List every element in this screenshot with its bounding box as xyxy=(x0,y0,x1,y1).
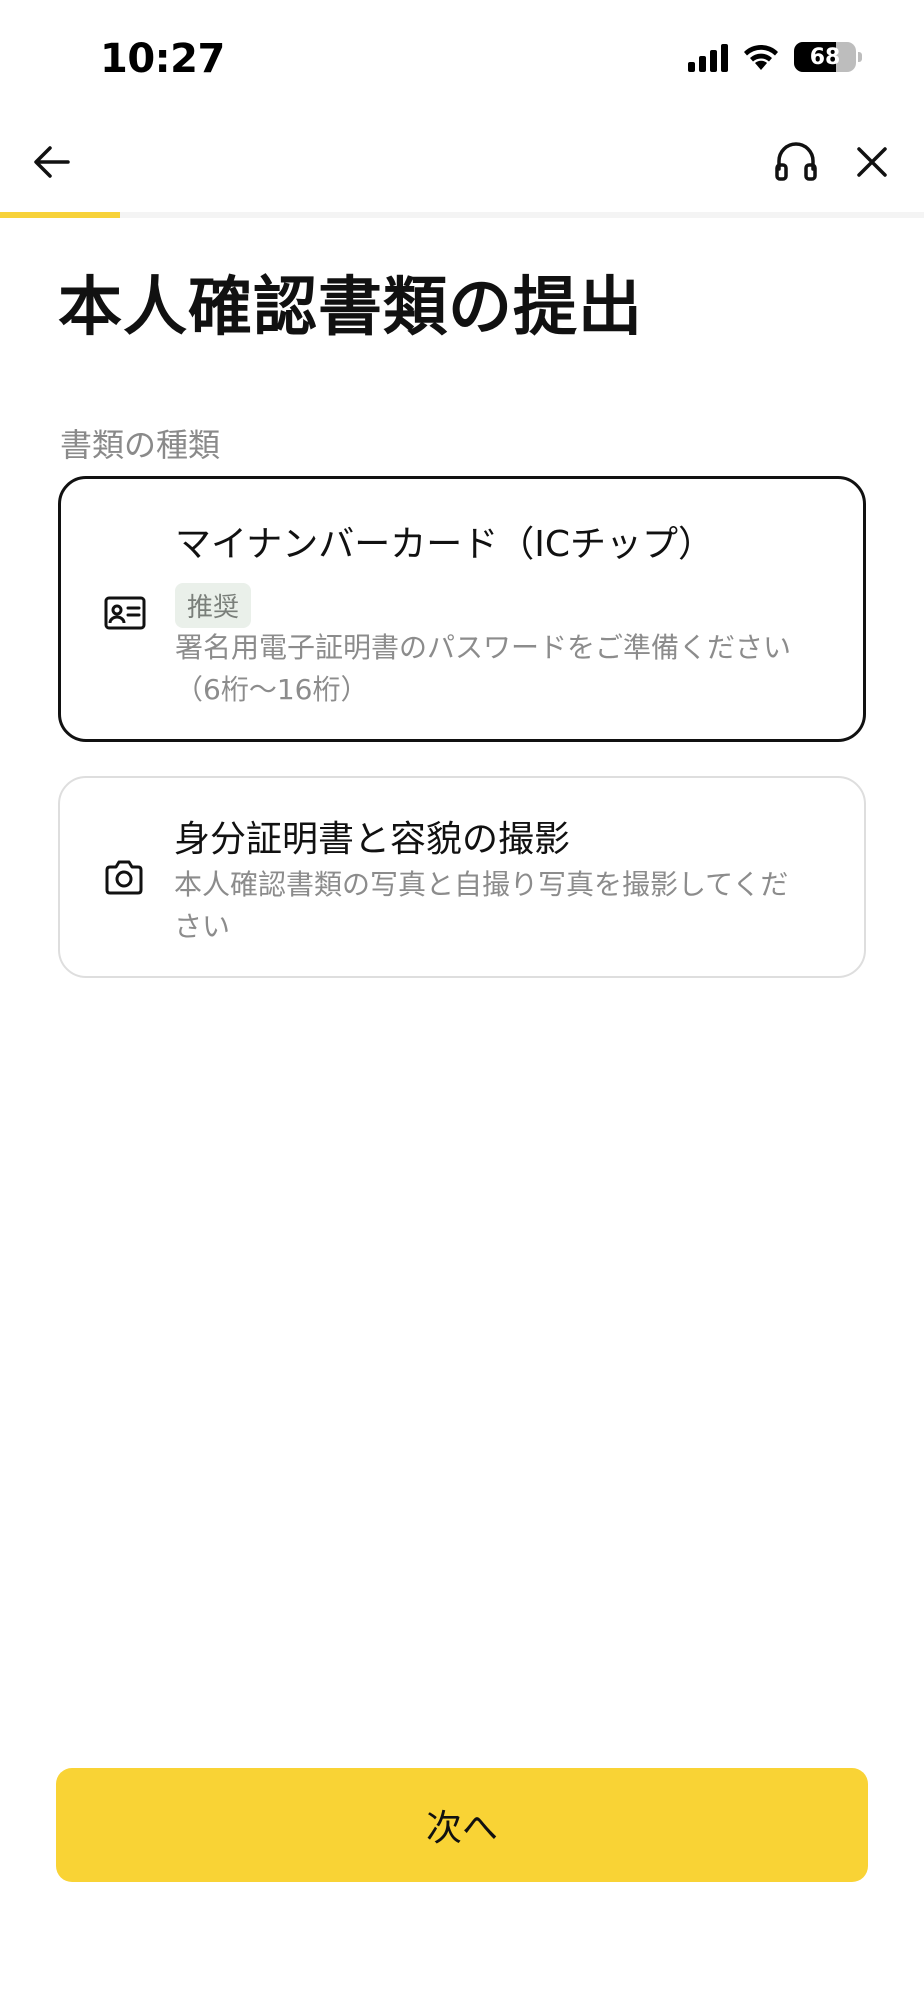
back-button[interactable] xyxy=(20,130,84,194)
option-title: 身分証明書と容貌の撮影 xyxy=(174,819,571,860)
signal-icon xyxy=(688,42,728,72)
option-description: 署名用電子証明書のパスワードをご準備ください（6桁〜16桁） xyxy=(175,631,792,706)
option-mynumber-card[interactable]: マイナンバーカード（ICチップ） 推奨 署名用電子証明書のパスワードをご準備くだ… xyxy=(58,476,866,742)
status-time: 10:27 xyxy=(100,36,225,82)
battery-level: 68 xyxy=(809,44,841,70)
status-icons: 68 xyxy=(688,42,862,72)
battery-cap xyxy=(858,52,862,62)
section-label: 書類の種類 xyxy=(60,426,221,464)
status-bar: 10:27 68 xyxy=(0,0,924,120)
close-icon xyxy=(857,147,887,177)
close-button[interactable] xyxy=(840,130,904,194)
progress-bar xyxy=(0,212,924,218)
nav-bar xyxy=(0,120,924,212)
progress-fill xyxy=(0,212,121,218)
battery-icon: 68 xyxy=(794,42,856,72)
headset-icon xyxy=(775,142,817,181)
camera-icon xyxy=(100,854,148,902)
wifi-icon xyxy=(744,44,778,70)
option-photo-card[interactable]: 身分証明書と容貌の撮影 本人確認書類の写真と自撮り写真を撮影してください xyxy=(58,776,866,978)
page-title: 本人確認書類の提出 xyxy=(58,271,643,345)
arrow-left-icon xyxy=(34,146,70,178)
option-description: 本人確認書類の写真と自撮り写真を撮影してください xyxy=(174,868,789,943)
support-button[interactable] xyxy=(764,130,828,194)
option-title: マイナンバーカード（ICチップ） xyxy=(175,524,715,565)
next-button[interactable]: 次へ xyxy=(56,1768,868,1882)
recommended-badge: 推奨 xyxy=(175,583,252,628)
id-card-icon xyxy=(101,589,149,637)
